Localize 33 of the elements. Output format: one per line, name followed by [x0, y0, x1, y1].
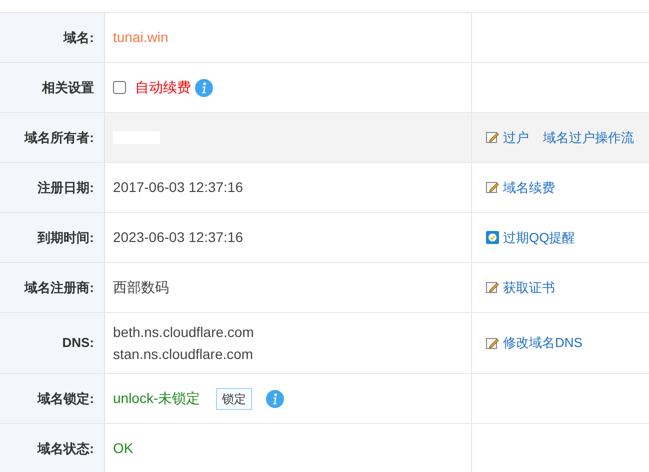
action-link[interactable]: 过户: [503, 128, 529, 148]
field-label: 域名注册商:: [24, 278, 94, 297]
checkbox-icon[interactable]: [486, 231, 499, 244]
status-value: OK: [113, 439, 134, 458]
auto-renew-checkbox[interactable]: [113, 81, 126, 94]
lock-button[interactable]: 锁定: [216, 388, 252, 410]
field-label: 注册日期:: [38, 178, 94, 197]
field-value: 西部数码: [113, 278, 169, 297]
auto-renew-label[interactable]: 自动续费: [135, 77, 191, 98]
field-value: 2017-06-03 12:37:16: [113, 178, 243, 197]
domain-name: tunai.win: [113, 28, 168, 47]
field-label: 域名状态:: [38, 440, 94, 458]
field-label: 域名锁定:: [38, 390, 94, 408]
field-label: 域名所有者:: [24, 128, 94, 147]
edit-icon[interactable]: [486, 131, 499, 144]
field-label: 域名:: [64, 28, 94, 47]
field-label: DNS:: [62, 334, 94, 352]
action-link[interactable]: 域名续费: [503, 178, 555, 198]
edit-icon[interactable]: [486, 336, 499, 350]
lock-status: unlock-未锁定: [113, 389, 200, 408]
edit-icon[interactable]: [486, 281, 499, 294]
action-link[interactable]: 修改域名DNS: [503, 333, 582, 353]
dns-server: beth.ns.cloudflare.com: [113, 323, 254, 342]
field-label: 到期时间:: [38, 228, 94, 247]
edit-icon[interactable]: [486, 181, 499, 194]
info-icon[interactable]: [195, 78, 213, 96]
action-link[interactable]: 获取证书: [503, 278, 555, 298]
field-label: 相关设置: [42, 78, 94, 97]
action-link[interactable]: 域名过户操作流: [543, 128, 634, 148]
action-link[interactable]: 过期QQ提醒: [503, 228, 576, 248]
dns-server: stan.ns.cloudflare.com: [113, 345, 254, 364]
info-icon[interactable]: [266, 390, 284, 408]
field-value: 2023-06-03 12:37:16: [113, 228, 243, 247]
